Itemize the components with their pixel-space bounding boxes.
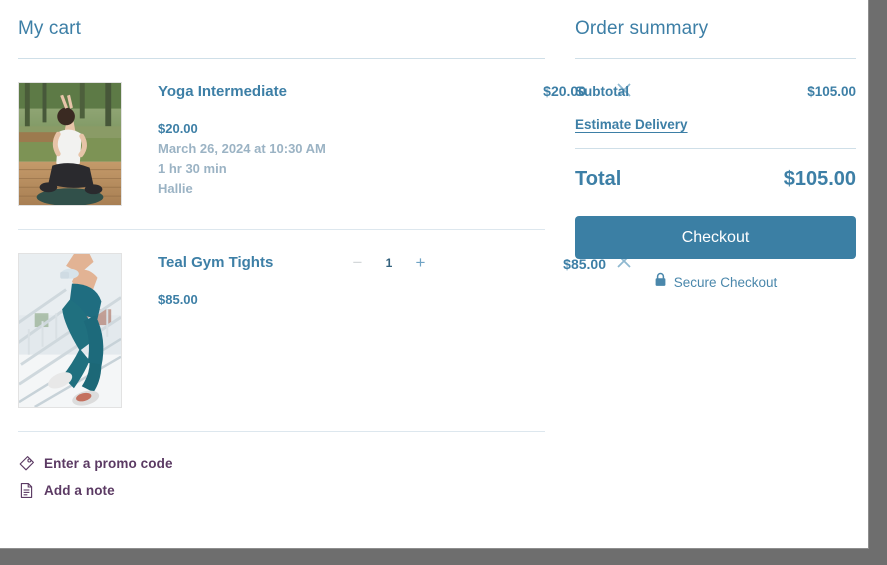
browser-window: My cart Yoga Intermediate $20.00 $20.00 … [0, 0, 887, 565]
cart-column: My cart Yoga Intermediate $20.00 $20.00 … [0, 0, 631, 549]
cart-item-details: Yoga Intermediate $20.00 $20.00 March 26… [122, 82, 631, 206]
cart-item-list: Yoga Intermediate $20.00 $20.00 March 26… [18, 59, 631, 432]
subtotal-value: $105.00 [807, 84, 856, 99]
cart-footer-actions: Enter a promo code Add a note [18, 432, 545, 499]
cart-item: Teal Gym Tights − 1 + $85.00 $85.00 [18, 230, 631, 431]
decrease-quantity-button[interactable]: − [350, 254, 365, 271]
cart-item-details: Teal Gym Tights − 1 + $85.00 $85.00 [122, 253, 631, 408]
total-label: Total [575, 168, 622, 190]
total-row: Total $105.00 [575, 168, 856, 191]
product-thumbnail-tights[interactable] [18, 253, 122, 408]
cart-item-instructor: Hallie [158, 181, 193, 196]
enter-promo-code-button[interactable]: Enter a promo code [18, 455, 545, 472]
order-summary-column: Order summary Subtotal $105.00 Estimate … [563, 0, 869, 549]
lock-icon [654, 272, 667, 292]
quantity-stepper[interactable]: − 1 + [350, 254, 428, 271]
add-a-note-button[interactable]: Add a note [18, 482, 545, 499]
cart-item-name[interactable]: Yoga Intermediate [158, 82, 287, 101]
cart-item: Yoga Intermediate $20.00 $20.00 March 26… [18, 59, 631, 229]
cart-item-datetime: March 26, 2024 at 10:30 AM [158, 141, 326, 156]
window-frame-bottom [0, 549, 887, 565]
cart-item-name[interactable]: Teal Gym Tights [158, 253, 273, 272]
order-summary-title: Order summary [575, 18, 709, 39]
product-thumbnail-yoga[interactable] [18, 82, 122, 206]
order-summary-body: Subtotal $105.00 Estimate Delivery Total… [575, 59, 856, 292]
window-frame-right [869, 0, 887, 565]
estimate-delivery-link[interactable]: Estimate Delivery [575, 117, 688, 132]
secure-checkout-note: Secure Checkout [575, 272, 856, 292]
cart-title: My cart [18, 18, 81, 39]
checkout-button[interactable]: Checkout [575, 216, 856, 259]
note-icon [18, 482, 35, 499]
cart-item-meta: $85.00 [158, 290, 545, 310]
subtotal-label: Subtotal [575, 84, 629, 99]
secure-checkout-label: Secure Checkout [673, 274, 778, 290]
subtotal-row: Subtotal $105.00 [575, 84, 856, 99]
cart-item-meta: $20.00 March 26, 2024 at 10:30 AM 1 hr 3… [158, 119, 545, 199]
cart-item-unit-price: $85.00 [158, 292, 198, 307]
tag-icon [18, 455, 35, 472]
add-a-note-label: Add a note [44, 483, 115, 498]
enter-promo-code-label: Enter a promo code [44, 456, 173, 471]
increase-quantity-button[interactable]: + [413, 254, 428, 271]
cart-item-duration: 1 hr 30 min [158, 161, 227, 176]
total-divider [575, 148, 856, 149]
quantity-value: 1 [385, 255, 393, 270]
cart-page: My cart Yoga Intermediate $20.00 $20.00 … [0, 0, 869, 549]
total-value: $105.00 [783, 168, 856, 190]
cart-item-unit-price: $20.00 [158, 121, 198, 136]
